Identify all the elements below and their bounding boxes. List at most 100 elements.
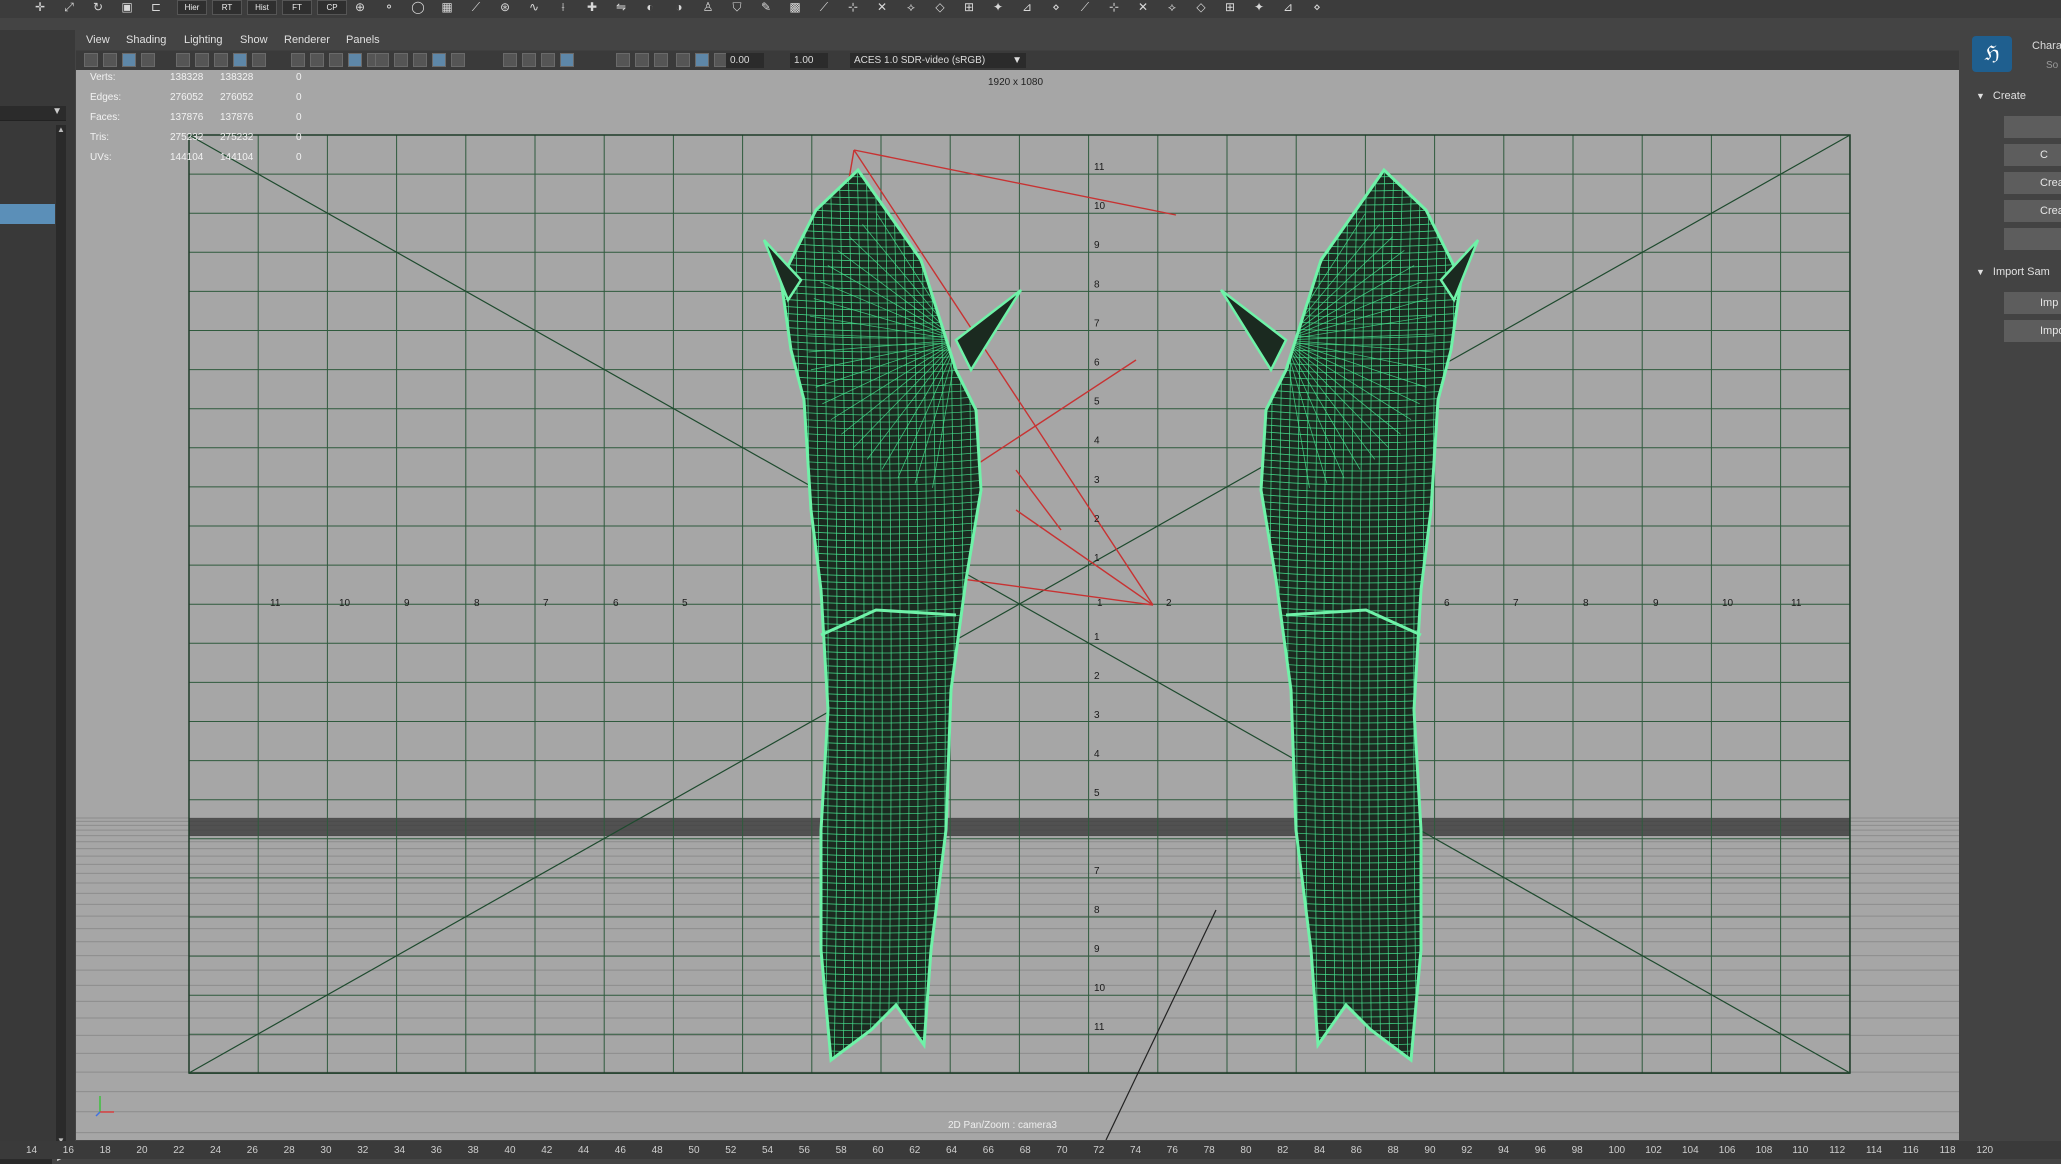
menu-view[interactable]: View — [86, 34, 110, 46]
shelf-tool-icon[interactable]: ⊞ — [1218, 0, 1242, 14]
panel-toolbar-icon[interactable] — [84, 53, 98, 67]
colorspace-select[interactable]: ACES 1.0 SDR-video (sRGB) ▼ — [850, 53, 1026, 68]
panel-button[interactable]: Crea — [2004, 172, 2061, 194]
shelf-button-cp[interactable]: CP — [317, 0, 347, 15]
panel-toolbar-icon[interactable] — [451, 53, 465, 67]
panel-toolbar-icon[interactable] — [375, 53, 389, 67]
3d-viewport[interactable]: 1110987652112567891011111098765432112345… — [76, 70, 1959, 1140]
shelf-tool-icon[interactable]: ⊹ — [1102, 0, 1126, 14]
panel-toolbar-icon[interactable] — [394, 53, 408, 67]
panel-toolbar-icon[interactable] — [635, 53, 649, 67]
shelf-button-ft[interactable]: FT — [282, 0, 312, 15]
shelf-tool-icon[interactable]: ⟋ — [1073, 0, 1097, 14]
section-header-create[interactable]: ▼ Create — [1976, 90, 2061, 108]
shelf-tool-icon[interactable]: ⊿ — [1015, 0, 1039, 14]
panel-toolbar-icon[interactable] — [176, 53, 190, 67]
panel-button[interactable]: C — [2004, 144, 2061, 166]
panel-toolbar-icon[interactable] — [676, 53, 690, 67]
left-panel-scrollbar[interactable]: ▲ ▼ — [56, 125, 66, 1145]
panel-toolbar-icon[interactable] — [141, 53, 155, 67]
frame-tick-label: 106 — [1718, 1145, 1736, 1156]
panel-toolbar-icon[interactable] — [122, 53, 136, 67]
joint-icon[interactable]: ⚬ — [377, 0, 401, 14]
left-greave-mesh[interactable] — [762, 160, 1023, 1073]
shelf-tool-icon[interactable]: ⊹ — [841, 0, 865, 14]
shelf-tool-icon[interactable]: ◇ — [1189, 0, 1213, 14]
shelf-tool-icon[interactable]: ✦ — [986, 0, 1010, 14]
panel-toolbar-icon[interactable] — [695, 53, 709, 67]
shelf-tool-icon[interactable]: ✦ — [1247, 0, 1271, 14]
shelf-tool-icon[interactable]: ⋄ — [1044, 0, 1068, 14]
panel-toolbar-icon[interactable] — [233, 53, 247, 67]
panel-button[interactable]: Impo — [2004, 320, 2061, 342]
panel-toolbar-icon[interactable] — [616, 53, 630, 67]
panel-toolbar-icon[interactable] — [522, 53, 536, 67]
menu-lighting[interactable]: Lighting — [184, 34, 223, 46]
shelf-tool-icon[interactable]: ⋄ — [1305, 0, 1329, 14]
shelf-tool-icon[interactable]: ✕ — [1131, 0, 1155, 14]
rotate-tool-icon[interactable]: ↻ — [86, 0, 110, 14]
time-slider[interactable]: 14 16 18 20 22 24 26 28 30 32 34 36 38 40 42 44 46 48 50 52… — [0, 1141, 2061, 1159]
panel-toolbar-icon[interactable] — [195, 53, 209, 67]
shelf-tool-icon[interactable]: ⊿ — [1276, 0, 1300, 14]
exposure-field[interactable]: 0.00 — [726, 53, 764, 68]
section-header-import-sam[interactable]: ▼ Import Sam — [1976, 266, 2061, 284]
right-greave-mesh[interactable] — [1219, 160, 1480, 1073]
shelf-tool-icon[interactable]: ◇ — [928, 0, 952, 14]
panel-toolbar-icon[interactable] — [541, 53, 555, 67]
transform-tool-icon[interactable]: ⤢ — [57, 0, 81, 14]
scale-tool-icon[interactable]: ▣ — [115, 0, 139, 14]
menu-renderer[interactable]: Renderer — [284, 34, 330, 46]
lattice-icon[interactable]: ▦ — [435, 0, 459, 14]
shelf-button-hier[interactable]: Hier — [177, 0, 207, 15]
grid-tool-icon[interactable]: ▩ — [783, 0, 807, 14]
grid-axis-label: 7 — [1513, 598, 1519, 609]
shelf-tool-icon[interactable]: ⟋ — [812, 0, 836, 14]
panel-toolbar-icon[interactable] — [413, 53, 427, 67]
panel-toolbar-icon[interactable] — [310, 53, 324, 67]
shelf-tool-icon[interactable]: ✕ — [870, 0, 894, 14]
menu-shading[interactable]: Shading — [126, 34, 166, 46]
align-icon[interactable]: ⊏ — [144, 0, 168, 14]
shelf-tool-icon[interactable]: ⊞ — [957, 0, 981, 14]
panel-button[interactable]: Creat — [2004, 200, 2061, 222]
panel-toolbar-icon[interactable] — [214, 53, 228, 67]
menu-panels[interactable]: Panels — [346, 34, 380, 46]
bone-icon[interactable]: ⟊ — [551, 0, 575, 14]
panel-toolbar-icon[interactable] — [654, 53, 668, 67]
selected-outliner-item[interactable] — [0, 204, 55, 224]
paint-icon[interactable]: ✎ — [754, 0, 778, 14]
move-tool-icon[interactable]: ✛ — [28, 0, 52, 14]
scroll-up-icon[interactable]: ▲ — [56, 125, 66, 134]
shelf-button-rt[interactable]: RT — [212, 0, 242, 15]
figure-icon[interactable]: ♙ — [696, 0, 720, 14]
panel-button[interactable]: Imp — [2004, 292, 2061, 314]
gamma-field[interactable]: 1.00 — [790, 53, 828, 68]
shelf-button-hist[interactable]: Hist — [247, 0, 277, 15]
panel-toolbar-icon[interactable] — [103, 53, 117, 67]
curve-icon[interactable]: ∿ — [522, 0, 546, 14]
panel-toolbar-icon[interactable] — [432, 53, 446, 67]
shield-icon[interactable]: ⛉ — [725, 0, 749, 14]
menu-show[interactable]: Show — [240, 34, 268, 46]
panel-toolbar-icon[interactable] — [503, 53, 517, 67]
scene-canvas[interactable]: 1110987652112567891011111098765432112345… — [76, 70, 1959, 1140]
panel-toolbar-icon[interactable] — [560, 53, 574, 67]
weight-icon[interactable]: ◑ — [667, 0, 691, 14]
snap-icon[interactable]: ⊕ — [348, 0, 372, 14]
sphere-icon[interactable]: ◯ — [406, 0, 430, 14]
panel-toolbar-icon[interactable] — [291, 53, 305, 67]
panel-toolbar-icon[interactable] — [329, 53, 343, 67]
constraint-icon[interactable]: ⊛ — [493, 0, 517, 14]
ik-icon[interactable]: ⟋ — [464, 0, 488, 14]
shelf-tool-icon[interactable]: ⟡ — [1160, 0, 1184, 14]
panel-toolbar-icon[interactable] — [252, 53, 266, 67]
skin-icon[interactable]: ◐ — [638, 0, 662, 14]
panel-button[interactable] — [2004, 116, 2061, 138]
panel-toolbar-icon[interactable] — [348, 53, 362, 67]
locator-icon[interactable]: ✚ — [580, 0, 604, 14]
panel-button[interactable] — [2004, 228, 2061, 250]
mirror-icon[interactable]: ⇋ — [609, 0, 633, 14]
left-panel-dropdown[interactable]: ▼ — [0, 106, 66, 121]
shelf-tool-icon[interactable]: ⟡ — [899, 0, 923, 14]
